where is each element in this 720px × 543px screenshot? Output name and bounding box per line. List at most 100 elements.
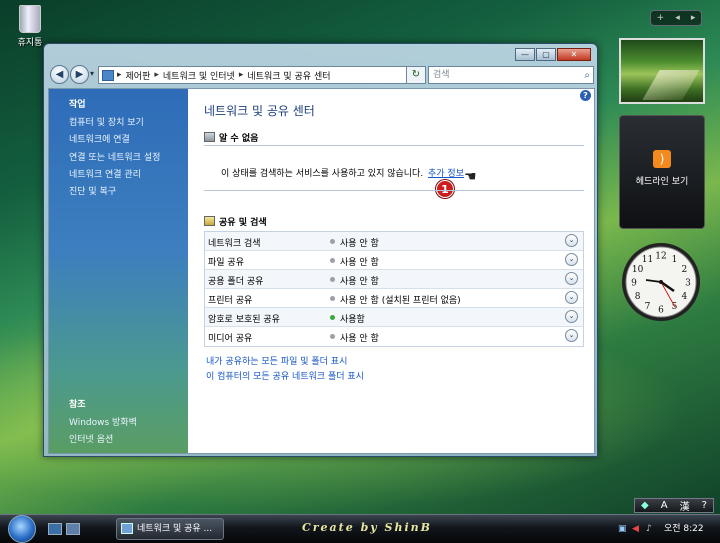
status-dot-off	[330, 258, 335, 263]
expand-chevron-icon[interactable]: ⌄	[565, 329, 578, 342]
clock-numeral: 1	[672, 255, 678, 265]
clock-numeral: 10	[632, 265, 644, 275]
add-gadget-button[interactable]: +	[657, 13, 665, 23]
show-desktop-icon[interactable]	[48, 523, 62, 535]
link-windows-firewall[interactable]: Windows 방화벽	[69, 415, 137, 428]
table-row[interactable]: 파일 공유 사용 안 함 ⌄	[205, 251, 583, 270]
table-row[interactable]: 미디어 공유 사용 안 함 ⌄	[205, 327, 583, 346]
sharing-settings-table: 네트워크 검색 사용 안 함 ⌄ 파일 공유 사용 안 함 ⌄ 공용 폴더 공유…	[204, 231, 584, 347]
show-shared-files-link[interactable]: 내가 공유하는 모든 파일 및 폴더 표시	[206, 354, 347, 367]
see-also-header: 참조	[69, 400, 86, 410]
expand-chevron-icon[interactable]: ⌄	[565, 272, 578, 285]
table-row[interactable]: 프린터 공유 사용 안 함 (설치된 프린터 없음) ⌄	[205, 289, 583, 308]
setting-value: 사용 안 함	[340, 258, 379, 268]
ime-hanja-button[interactable]: 漢	[680, 498, 690, 513]
task-manage-connections[interactable]: 네트워크 연결 관리	[69, 167, 141, 180]
rss-gadget[interactable]: ) 헤드라인 보기	[619, 115, 705, 229]
watermark-text: Create by ShinB	[302, 521, 432, 534]
show-shared-folders-link[interactable]: 이 컴퓨터의 모든 공유 네트워크 폴더 표시	[206, 369, 364, 382]
expand-chevron-icon[interactable]: ⌄	[565, 310, 578, 323]
forward-button[interactable]: ▶	[70, 65, 89, 84]
sidebar-controls: + ◂ ▸	[650, 10, 702, 26]
switch-windows-icon[interactable]	[66, 523, 80, 535]
navigation-bar: ◀ ▶ ▾ ▸ 제어판 ▸ 네트워크 및 인터넷 ▸ 네트워크 및 공유 센터 …	[48, 64, 595, 86]
setting-name: 미디어 공유	[208, 334, 253, 344]
clock-numeral: 3	[685, 279, 691, 289]
network-sharing-center-window: — ▢ ✕ ◀ ▶ ▾ ▸ 제어판 ▸ 네트워크 및 인터넷 ▸ 네트워크 및 …	[43, 43, 598, 457]
clock-numeral: 4	[682, 292, 688, 302]
recycle-bin-shortcut[interactable]: 휴지통	[10, 5, 50, 48]
link-internet-options[interactable]: 인터넷 옵션	[69, 432, 113, 445]
setting-value: 사용 안 함	[340, 277, 379, 287]
start-button[interactable]	[8, 515, 36, 543]
clock-numeral: 11	[642, 255, 653, 265]
speaker-tray-icon[interactable]: ♪	[646, 518, 652, 540]
search-icon[interactable]: ⌕	[584, 68, 590, 84]
clock-gadget[interactable]: 121234567891011	[620, 241, 702, 323]
breadcrumb-network-sharing-center[interactable]: 네트워크 및 공유 센터	[247, 69, 330, 82]
taskbar-item-label: 네트워크 및 공유 ...	[137, 524, 213, 534]
setting-value: 사용 안 함	[340, 239, 379, 249]
taskbar: 네트워크 및 공유 ... Create by ShinB ▣ ◀ ♪ 오전 8…	[0, 514, 720, 543]
table-row[interactable]: 공용 폴더 공유 사용 안 함 ⌄	[205, 270, 583, 289]
more-info-link[interactable]: 추가 정보	[428, 166, 464, 179]
forest-path-image	[642, 70, 700, 100]
clock-numeral: 2	[682, 265, 688, 275]
setting-name: 네트워크 검색	[208, 239, 261, 249]
sharing-icon	[204, 216, 215, 226]
tasks-header: 작업	[69, 100, 86, 110]
search-placeholder: 검색	[433, 70, 450, 80]
prev-gadget-button[interactable]: ◂	[675, 13, 680, 23]
close-button[interactable]: ✕	[557, 48, 591, 61]
clock-center	[659, 280, 663, 284]
ime-diamond-icon[interactable]: ◆	[641, 500, 649, 511]
hand-cursor-icon: ☚	[464, 169, 477, 185]
help-icon[interactable]: ?	[580, 90, 591, 101]
status-dot-off	[330, 296, 335, 301]
slideshow-gadget[interactable]	[619, 38, 705, 104]
address-separator[interactable]: ▸	[154, 70, 159, 80]
address-separator[interactable]: ▸	[117, 70, 122, 80]
table-row[interactable]: 암호로 보호된 공유 사용함 ⌄	[205, 308, 583, 327]
volume-tray-icon[interactable]: ◀	[632, 518, 639, 540]
recycle-bin-icon	[19, 5, 41, 33]
table-row[interactable]: 네트워크 검색 사용 안 함 ⌄	[205, 232, 583, 251]
task-setup-connection[interactable]: 연결 또는 네트워크 설정	[69, 150, 160, 163]
recycle-bin-label: 휴지통	[17, 38, 43, 48]
status-dot-off	[330, 239, 335, 244]
taskbar-item-network-sharing[interactable]: 네트워크 및 공유 ...	[116, 518, 224, 540]
control-panel-icon	[102, 69, 114, 81]
task-connect-network[interactable]: 네트워크에 연결	[69, 132, 130, 145]
setting-name: 파일 공유	[208, 258, 244, 268]
ime-mode-button[interactable]: A	[661, 500, 668, 511]
setting-name: 암호로 보호된 공유	[208, 315, 280, 325]
breadcrumb-control-panel[interactable]: 제어판	[126, 69, 151, 82]
breadcrumb-network-internet[interactable]: 네트워크 및 인터넷	[163, 69, 235, 82]
refresh-button[interactable]: ↻	[406, 66, 426, 84]
minimize-button[interactable]: —	[515, 48, 535, 61]
address-separator[interactable]: ▸	[239, 70, 244, 80]
back-button[interactable]: ◀	[50, 65, 69, 84]
next-gadget-button[interactable]: ▸	[691, 13, 696, 23]
unknown-network-header: 알 수 없음	[204, 131, 258, 144]
search-input[interactable]: 검색 ⌕	[428, 66, 594, 84]
divider	[204, 145, 584, 146]
expand-chevron-icon[interactable]: ⌄	[565, 253, 578, 266]
expand-chevron-icon[interactable]: ⌄	[565, 291, 578, 304]
network-tray-icon[interactable]: ▣	[618, 518, 627, 540]
rss-icon: )	[653, 150, 671, 168]
window-content: 작업 컴퓨터 및 장치 보기 네트워크에 연결 연결 또는 네트워크 설정 네트…	[48, 88, 595, 454]
ime-help-button[interactable]: ?	[702, 500, 707, 511]
tray-clock[interactable]: 오전 8:22	[664, 518, 704, 540]
recent-pages-dropdown[interactable]: ▾	[90, 69, 94, 78]
task-diagnose-repair[interactable]: 진단 및 복구	[69, 184, 116, 197]
window-controls: — ▢ ✕	[514, 48, 591, 61]
maximize-button[interactable]: ▢	[536, 48, 556, 61]
main-panel: ? 네트워크 및 공유 센터 알 수 없음 이 상태를 검색하는 서비스를 사용…	[188, 89, 594, 453]
address-bar[interactable]: ▸ 제어판 ▸ 네트워크 및 인터넷 ▸ 네트워크 및 공유 센터	[98, 66, 420, 84]
task-view-computers[interactable]: 컴퓨터 및 장치 보기	[69, 115, 144, 128]
setting-value: 사용 안 함	[340, 334, 379, 344]
divider	[204, 190, 584, 191]
expand-chevron-icon[interactable]: ⌄	[565, 234, 578, 247]
language-bar: ◆ A 漢 ?	[634, 498, 714, 513]
